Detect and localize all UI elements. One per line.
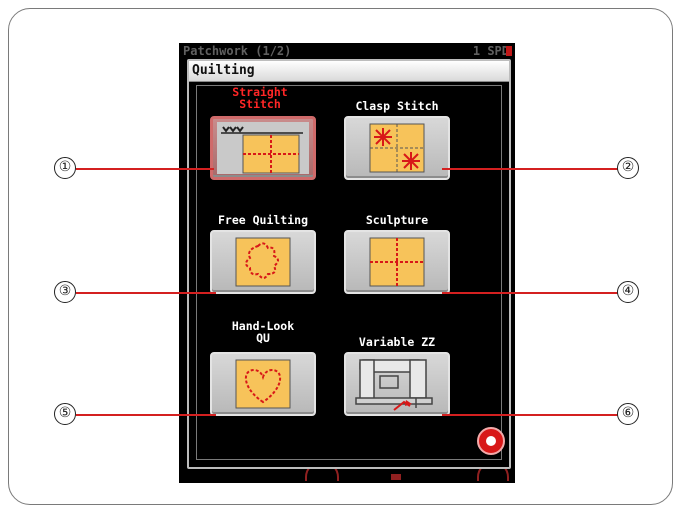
free-quilting-button[interactable] <box>210 230 316 294</box>
dialog-content: Straight Stitch Clasp Stitch Free Quilti… <box>196 85 502 460</box>
callout-4: ④ <box>617 281 639 303</box>
sculpture-button[interactable] <box>344 230 450 294</box>
straight-stitch-icon <box>217 122 309 174</box>
leader-line-2 <box>442 168 618 170</box>
leader-line-6 <box>442 414 618 416</box>
hand-look-quilt-button[interactable] <box>210 352 316 416</box>
leader-line-1 <box>76 168 214 170</box>
clasp-stitch-button[interactable] <box>344 116 450 180</box>
variable-zigzag-button[interactable] <box>344 352 450 416</box>
background-indicator <box>506 46 512 56</box>
callout-6: ⑥ <box>617 403 639 425</box>
free-quilting-label: Free Quilting <box>217 213 308 227</box>
dialog-title: Quilting <box>189 61 509 82</box>
sculpture-icon <box>369 237 425 287</box>
straight-stitch-label: Straight Stitch <box>232 85 288 111</box>
callout-1: ① <box>54 157 76 179</box>
clasp-stitch-icon <box>369 123 425 173</box>
variable-zigzag-icon <box>355 359 433 411</box>
close-icon <box>486 436 496 446</box>
background-icon <box>391 474 401 480</box>
hand-look-quilt-icon <box>235 359 291 409</box>
quilting-dialog: Quilting Straight Stitch Clasp Stitch Fr… <box>187 59 511 469</box>
callout-5: ⑤ <box>54 403 76 425</box>
straight-stitch-button[interactable] <box>210 116 316 180</box>
hand-look-quilt-label: Hand-Look QU <box>231 319 295 345</box>
lcd-screen: Patchwork (1/2) 1 SPD Quilting Straight … <box>179 43 515 483</box>
background-speed-text: 1 SPD <box>472 44 509 58</box>
background-status-text: Patchwork (1/2) <box>183 44 292 58</box>
leader-line-5 <box>76 414 216 416</box>
free-quilting-icon <box>235 237 291 287</box>
clasp-stitch-label: Clasp Stitch <box>355 99 439 113</box>
callout-2: ② <box>617 157 639 179</box>
close-button[interactable] <box>477 427 505 455</box>
leader-line-4 <box>442 292 618 294</box>
leader-line-3 <box>76 292 216 294</box>
variable-zigzag-label: Variable ZZ <box>358 335 436 349</box>
callout-3: ③ <box>54 281 76 303</box>
sculpture-label: Sculpture <box>365 213 429 227</box>
